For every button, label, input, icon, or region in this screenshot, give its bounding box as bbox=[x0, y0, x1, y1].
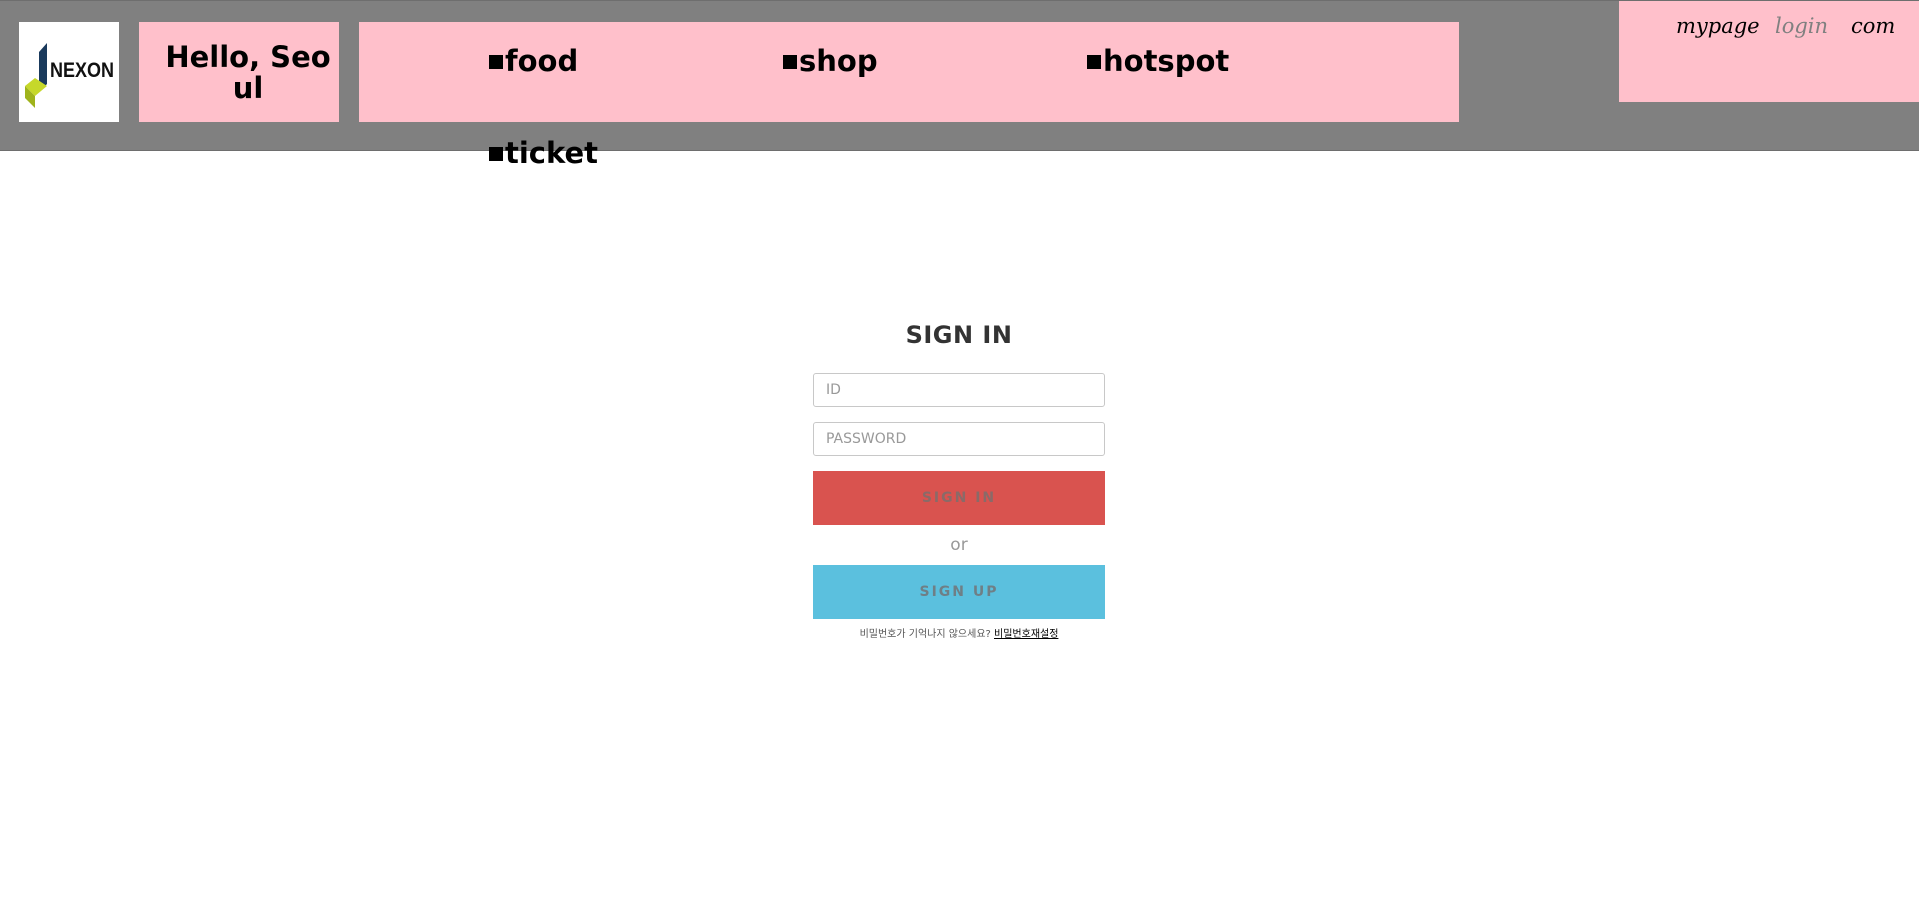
com-link[interactable]: com bbox=[1851, 13, 1895, 39]
square-bullet-icon bbox=[489, 55, 503, 69]
nav-item-shop[interactable]: shop bbox=[783, 44, 878, 78]
nav-item-label: shop bbox=[799, 44, 878, 78]
password-input[interactable] bbox=[813, 422, 1105, 456]
nav-item-hotspot[interactable]: hotspot bbox=[1087, 44, 1229, 78]
site-title[interactable]: Hello, Seoul bbox=[139, 22, 339, 122]
signin-button[interactable]: SIGN IN bbox=[813, 471, 1105, 525]
square-bullet-icon bbox=[1087, 55, 1101, 69]
main-nav: food shop hotspot ticket bbox=[359, 22, 1459, 170]
logo-text: NEXON bbox=[50, 59, 114, 82]
forgot-password-text: 비밀번호가 기억나지 않으세요? bbox=[859, 629, 991, 640]
nexon-logo[interactable]: NEXON bbox=[19, 22, 119, 122]
site-header: NEXON Hello, Seoul food shop hotspot tic… bbox=[0, 0, 1919, 170]
signin-form: SIGN IN SIGN IN or SIGN UP 비밀번호가 기억나지 않으… bbox=[813, 318, 1105, 640]
nav-item-label: ticket bbox=[505, 136, 599, 170]
square-bullet-icon bbox=[783, 55, 797, 69]
login-link[interactable]: login bbox=[1775, 13, 1828, 39]
square-bullet-icon bbox=[489, 147, 503, 161]
id-input[interactable] bbox=[813, 373, 1105, 407]
nav-item-food[interactable]: food bbox=[489, 44, 578, 78]
forgot-password: 비밀번호가 기억나지 않으세요? 비밀번호재설정 bbox=[813, 625, 1105, 640]
nav-item-label: food bbox=[505, 44, 579, 78]
nexon-logo-icon: NEXON bbox=[25, 43, 114, 108]
top-links: mypage login com bbox=[1619, 1, 1919, 102]
nav-item-ticket[interactable]: ticket bbox=[489, 136, 598, 170]
signup-button[interactable]: SIGN UP bbox=[813, 565, 1105, 619]
reset-password-link[interactable]: 비밀번호재설정 bbox=[994, 629, 1058, 640]
nav-item-label: hotspot bbox=[1103, 44, 1230, 78]
mypage-link[interactable]: mypage bbox=[1676, 13, 1760, 39]
signin-title: SIGN IN bbox=[905, 321, 1013, 349]
or-divider: or bbox=[950, 535, 968, 555]
site-title-text: Hello, Seoul bbox=[165, 40, 331, 105]
